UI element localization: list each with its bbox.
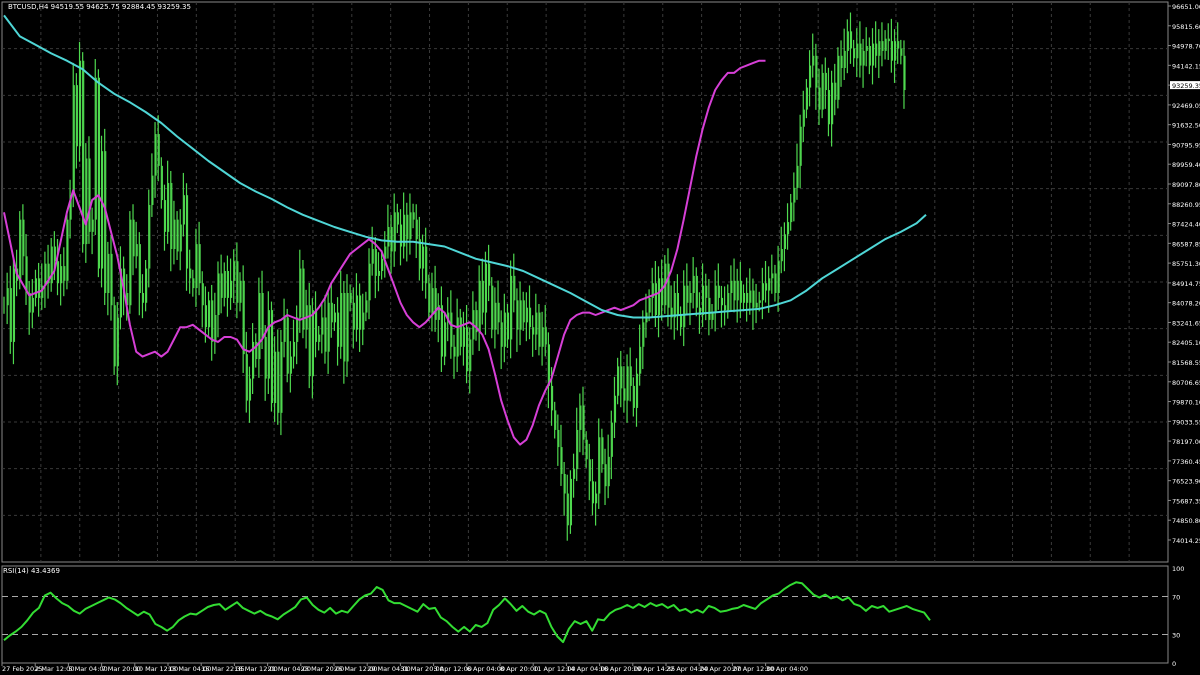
chart-title: BTCUSD,H4 94519.55 94625.75 92884.45 932… [8, 3, 191, 11]
price-axis-label: 89959.40 [1172, 161, 1200, 169]
price-axis-label: 82405.10 [1172, 339, 1200, 347]
price-axis-label: 92469.05 [1172, 102, 1200, 110]
price-axis-label: 91632.50 [1172, 122, 1200, 130]
time-axis-label: 30 Apr 04:00 [766, 665, 808, 673]
price-axis-label: 74850.80 [1172, 517, 1200, 525]
price-axis-label: 84914.75 [1172, 280, 1200, 288]
price-axis-label: 93259.35 [1172, 82, 1200, 90]
price-axis-label: 84078.20 [1172, 300, 1200, 308]
price-axis-label: 79870.10 [1172, 399, 1200, 407]
price-axis-label: 74014.25 [1172, 537, 1200, 545]
time-axis[interactable]: 27 Feb 20252 Mar 12:005 Mar 04:007 Mar 2… [1, 663, 808, 673]
price-axis-label: 83241.65 [1172, 319, 1200, 327]
rsi-title: RSI(14) 43.4369 [3, 567, 60, 575]
price-axis-label: 77360.45 [1172, 458, 1200, 466]
rsi-axis-label: 70 [1172, 594, 1180, 602]
chart-background [0, 0, 1200, 675]
price-axis-label: 94142.15 [1172, 62, 1200, 70]
price-chart[interactable]: 96651.00 95815.60 94978.70 94142.15 93259.35… [0, 0, 1200, 675]
price-axis-label: 88260.95 [1172, 201, 1200, 209]
price-axis-label: 75687.35 [1172, 497, 1200, 505]
price-axis-label: 80706.65 [1172, 379, 1200, 387]
price-axis-label: 81568.55 [1172, 359, 1200, 367]
rsi-axis-label: 100 [1172, 565, 1184, 573]
price-axis-label: 79033.55 [1172, 418, 1200, 426]
price-axis-label: 90795.95 [1172, 141, 1200, 149]
price-axis-label: 85751.30 [1172, 260, 1200, 268]
price-axis-label: 86587.85 [1172, 240, 1200, 248]
price-axis-label: 89097.80 [1172, 181, 1200, 189]
price-axis-label: 94978.70 [1172, 43, 1200, 51]
rsi-axis-label: 30 [1172, 632, 1180, 640]
price-axis-label: 76523.90 [1172, 478, 1200, 486]
rsi-axis-label: 0 [1172, 660, 1176, 668]
price-axis-label: 78197.00 [1172, 438, 1200, 446]
price-axis-label: 96651.00 [1172, 3, 1200, 11]
price-axis-label: 87424.40 [1172, 221, 1200, 229]
price-axis-label: 95815.60 [1172, 23, 1200, 31]
